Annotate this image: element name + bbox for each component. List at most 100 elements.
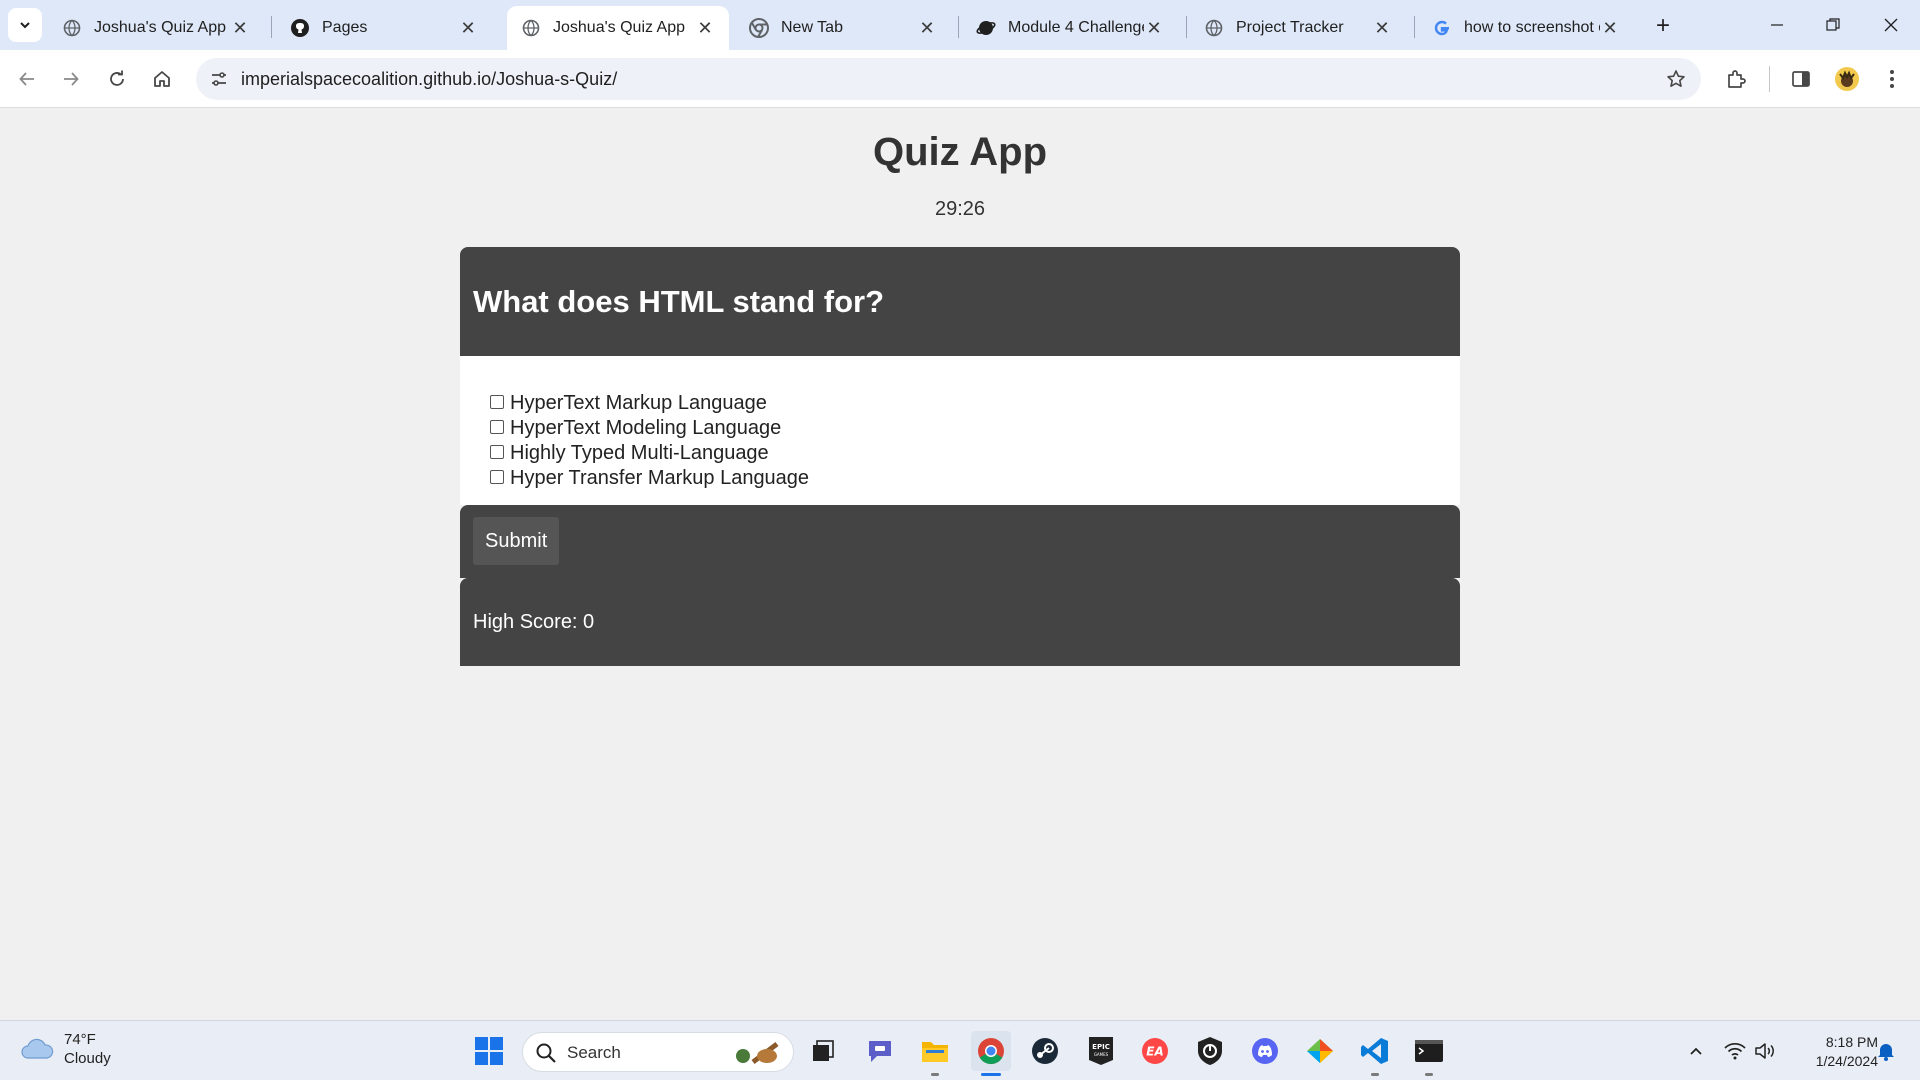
answer-option[interactable]: HyperText Markup Language [490,391,1430,416]
close-icon[interactable]: ✕ [1600,18,1620,38]
search-highlight-icon [736,1042,779,1064]
menu-button[interactable] [1874,61,1910,97]
task-view-icon [813,1040,834,1061]
tab-separator [271,16,272,38]
steam-button[interactable] [1025,1031,1065,1071]
bookmark-star-icon[interactable] [1661,64,1691,94]
svg-text:GAMES: GAMES [1094,1052,1109,1057]
weather-widget[interactable]: 74°F Cloudy [20,1030,111,1068]
system-clock[interactable]: 8:18 PM 1/24/2024 [1786,1033,1878,1071]
reload-button[interactable] [99,61,135,97]
clock-date: 1/24/2024 [1815,1053,1878,1069]
tab-title: Joshua's Quiz App [94,19,227,36]
side-panel-button[interactable] [1783,61,1819,97]
discord-button[interactable] [1245,1031,1285,1071]
file-explorer-button[interactable] [915,1031,955,1071]
clock-time: 8:18 PM [1825,1034,1878,1050]
answer-option[interactable]: Highly Typed Multi-Language [490,441,1430,466]
extensions-button[interactable] [1718,61,1754,97]
home-button[interactable] [144,61,180,97]
chevron-down-icon [20,22,30,29]
globe-icon [1204,18,1224,38]
running-indicator [931,1073,939,1076]
task-view-button[interactable] [803,1031,843,1071]
terminal-icon [1415,1040,1443,1062]
ubisoft-button[interactable] [1190,1031,1230,1071]
gem-app-button[interactable] [1300,1031,1340,1071]
forward-button[interactable] [53,61,89,97]
close-icon[interactable]: ✕ [695,18,715,38]
tab-title: how to screenshot on [1464,19,1600,36]
tab-separator [1414,16,1415,38]
taskbar-search[interactable]: Search [522,1032,794,1072]
svg-text:EA: EA [1146,1045,1163,1059]
answer-option[interactable]: Hyper Transfer Markup Language [490,466,1430,491]
bell-icon [1878,1044,1894,1061]
tab-7[interactable]: how to screenshot on ✕ [1418,6,1634,50]
ea-app-button[interactable]: EA [1135,1031,1175,1071]
back-button[interactable] [9,61,45,97]
tab-search-button[interactable] [8,8,42,42]
running-indicator-active [981,1073,1001,1076]
globe-icon [62,18,82,38]
close-icon[interactable]: ✕ [230,18,250,38]
globe-icon [521,18,541,38]
option-label: HyperText Modeling Language [510,417,782,439]
tab-title: Module 4 Challenge [1008,19,1144,36]
submit-button[interactable]: Submit [473,517,560,565]
checkbox[interactable] [490,469,504,484]
checkbox[interactable] [490,394,504,409]
tab-separator [1186,16,1187,38]
side-panel-icon [1792,71,1810,87]
close-icon[interactable]: ✕ [458,18,478,38]
quiz-container: What does HTML stand for? HyperText Mark… [460,247,1460,666]
toolbar-divider [1769,66,1770,92]
restore-button[interactable] [1806,8,1860,42]
address-bar[interactable]: imperialspacecoalition.github.io/Joshua-… [196,58,1701,100]
chrome-taskbar-button[interactable] [971,1031,1011,1071]
show-hidden-icons-button[interactable] [1680,1031,1712,1071]
answer-option[interactable]: HyperText Modeling Language [490,416,1430,441]
tab-4[interactable]: New Tab ✕ [735,6,951,50]
minimize-button[interactable] [1750,8,1804,42]
question-text: What does HTML stand for? [473,283,885,319]
tab-1[interactable]: Joshua's Quiz App ✕ [48,6,264,50]
weather-temp: 74°F [64,1031,96,1048]
close-icon[interactable]: ✕ [1372,18,1392,38]
tab-title: Pages [322,19,368,36]
close-icon[interactable]: ✕ [917,18,937,38]
volume-status[interactable] [1749,1031,1781,1071]
weather-desc: Cloudy [64,1050,111,1067]
windows-logo-icon [475,1037,503,1065]
arrow-left-icon [19,72,34,86]
terminal-button[interactable] [1409,1031,1449,1071]
avatar-icon [1835,67,1859,91]
start-button[interactable] [469,1031,509,1071]
gem-icon [1307,1039,1333,1063]
quiz-timer: 29:26 [934,198,986,220]
profile-avatar[interactable] [1829,61,1865,97]
close-icon[interactable]: ✕ [1144,18,1164,38]
running-indicator [1371,1073,1379,1076]
arrow-right-icon [64,72,79,86]
shield-icon [1198,1037,1222,1065]
vscode-button[interactable] [1355,1031,1395,1071]
tab-2[interactable]: Pages ✕ [276,6,492,50]
tab-3-active[interactable]: Joshua's Quiz App ✕ [507,6,729,50]
notifications-button[interactable] [1870,1031,1902,1071]
tab-5[interactable]: Module 4 Challenge ✕ [962,6,1178,50]
ea-icon: EA [1142,1038,1168,1064]
site-info-icon[interactable] [204,64,234,94]
new-tab-button[interactable]: + [1649,12,1677,40]
url-text[interactable]: imperialspacecoalition.github.io/Joshua-… [241,69,617,90]
checkbox[interactable] [490,444,504,459]
epic-games-button[interactable]: EPIC GAMES [1081,1031,1121,1071]
chevron-up-icon [1690,1047,1702,1055]
close-window-button[interactable] [1864,8,1918,42]
speaker-icon [1755,1043,1774,1059]
wifi-status[interactable] [1719,1031,1751,1071]
checkbox[interactable] [490,419,504,434]
planet-icon [976,18,996,38]
tab-6[interactable]: Project Tracker ✕ [1190,6,1406,50]
teams-chat-button[interactable] [860,1031,900,1071]
